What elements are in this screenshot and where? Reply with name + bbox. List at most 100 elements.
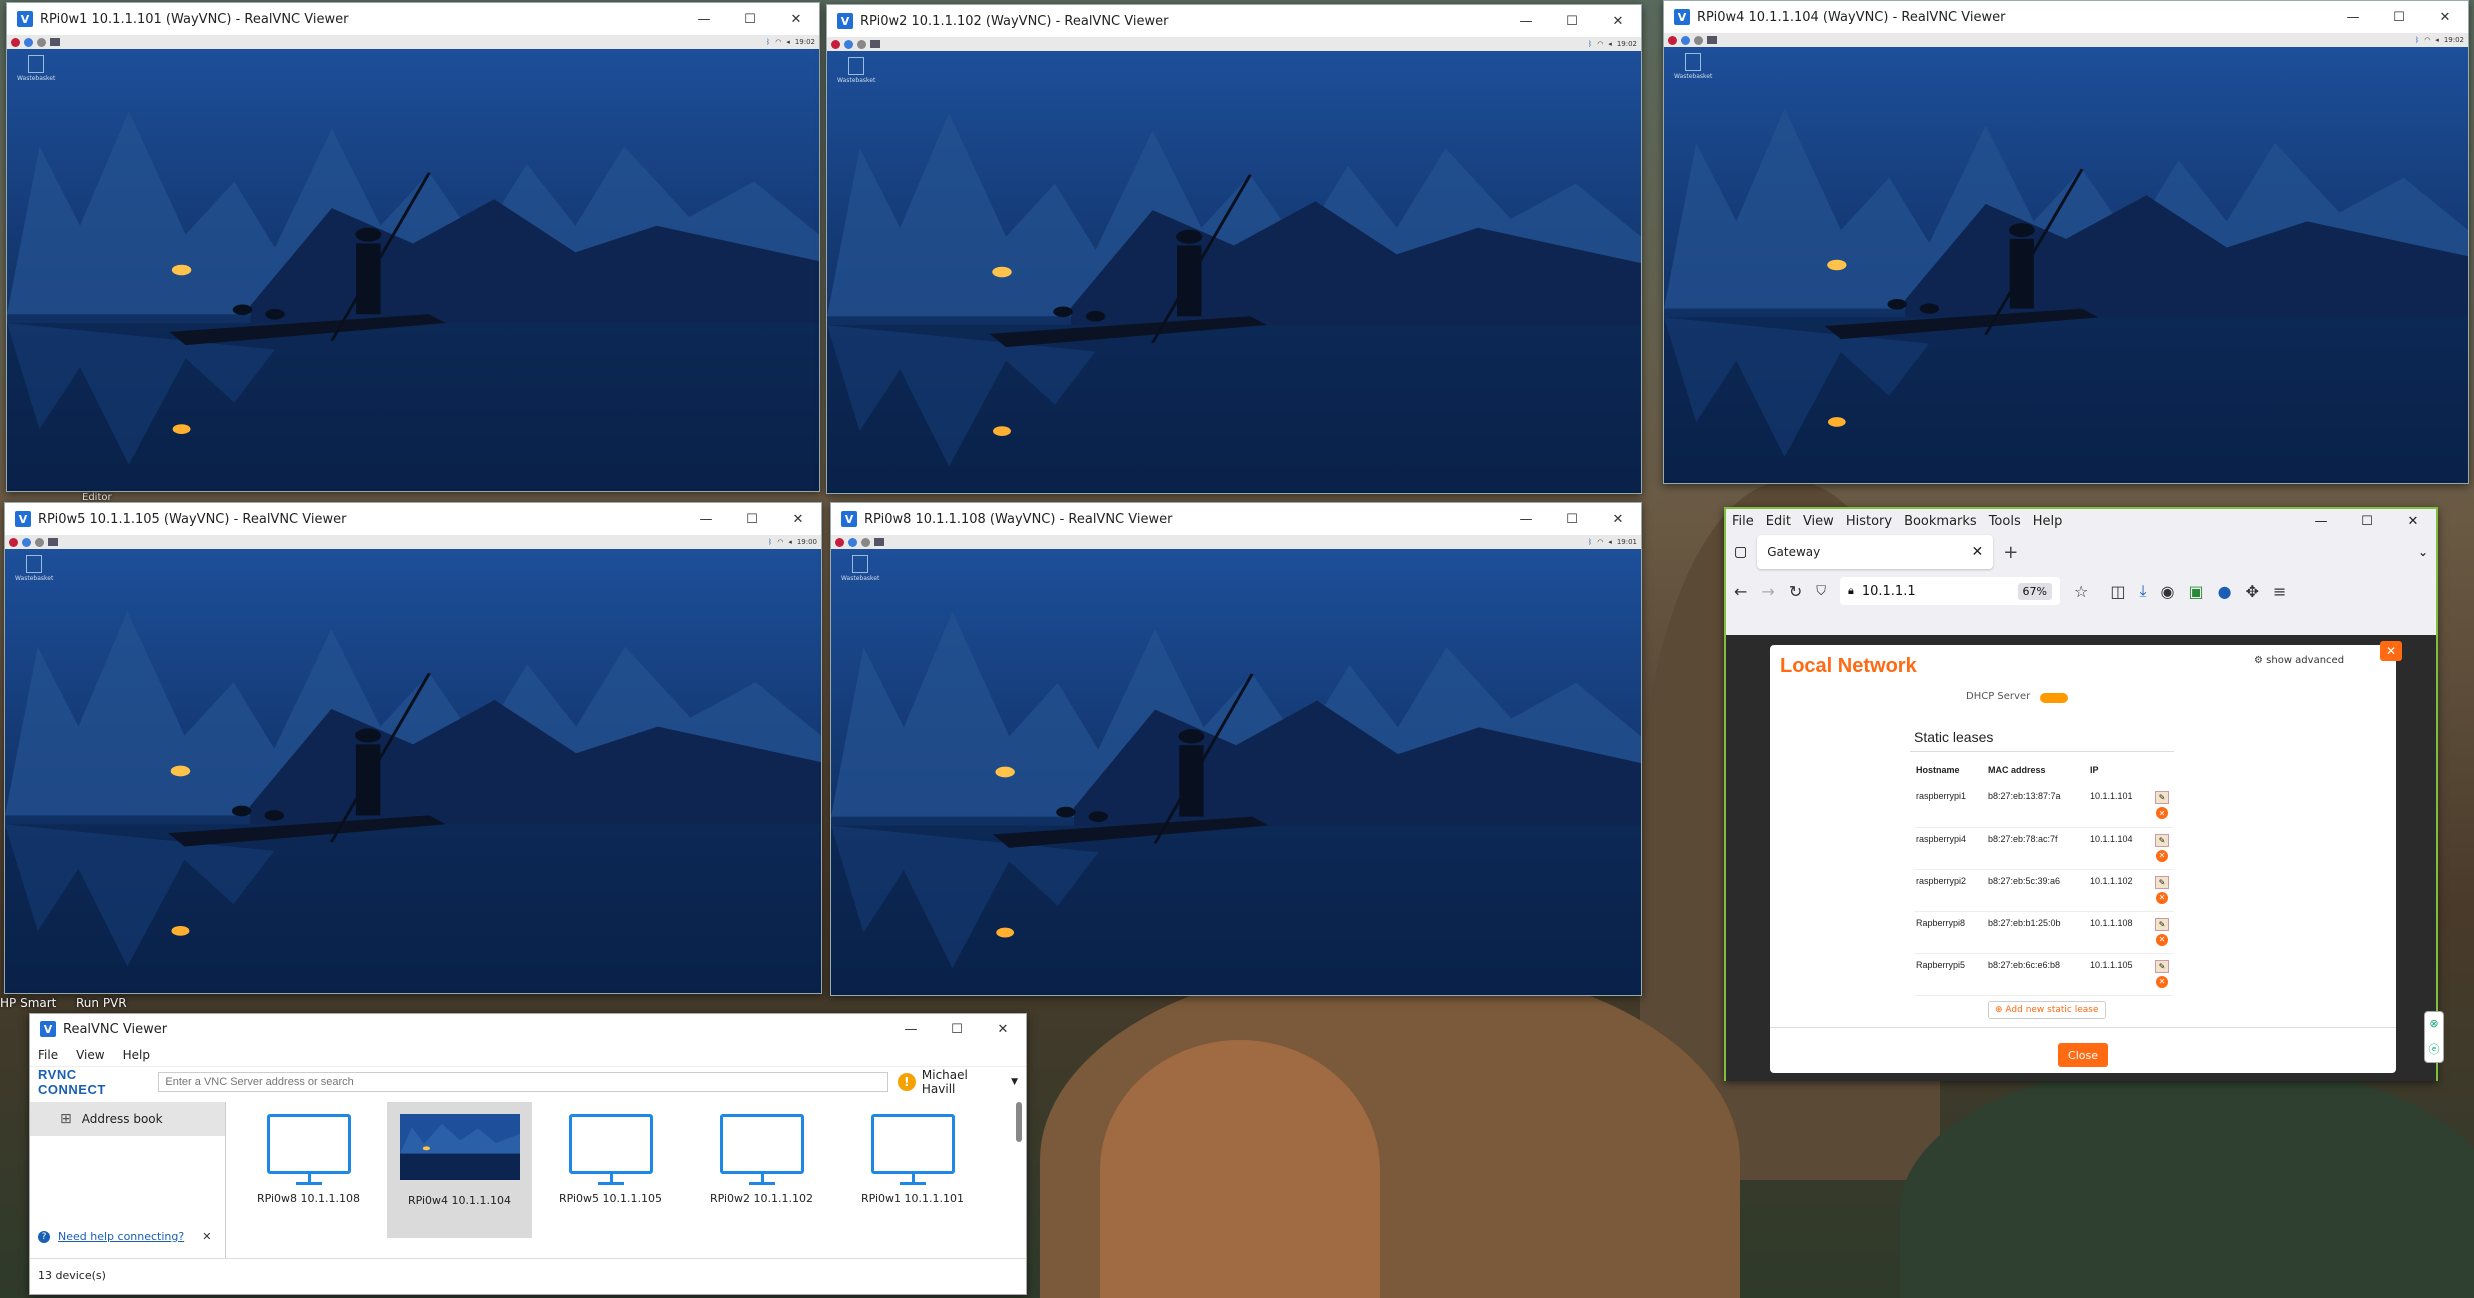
close-dialog-button[interactable]: Close bbox=[2058, 1043, 2108, 1067]
edit-icon[interactable]: ✎ bbox=[2154, 791, 2169, 804]
raspberry-menu-icon[interactable] bbox=[831, 39, 840, 49]
terminal-icon[interactable] bbox=[870, 40, 880, 48]
menu-view[interactable]: View bbox=[76, 1048, 104, 1062]
add-static-lease-button[interactable]: ⊕ Add new static lease bbox=[1988, 1001, 2106, 1019]
close-button[interactable]: ✕ bbox=[2390, 514, 2436, 529]
terminal-icon[interactable] bbox=[874, 538, 884, 546]
minimize-button[interactable]: — bbox=[2330, 1, 2376, 33]
volume-icon[interactable]: ◂ bbox=[1608, 40, 1612, 48]
server-search-input[interactable] bbox=[158, 1071, 888, 1092]
files-icon[interactable] bbox=[861, 537, 870, 547]
dismiss-icon[interactable]: ✕ bbox=[202, 1230, 211, 1243]
close-tab-icon[interactable]: ✕ bbox=[1972, 544, 1984, 560]
maximize-button[interactable]: ☐ bbox=[727, 3, 773, 35]
browser-icon[interactable] bbox=[22, 537, 31, 547]
maximize-button[interactable]: ☐ bbox=[934, 1014, 980, 1044]
need-help-link[interactable]: Need help connecting? bbox=[58, 1230, 184, 1243]
close-button[interactable]: ✕ bbox=[2422, 1, 2468, 33]
maximize-button[interactable]: ☐ bbox=[729, 503, 775, 535]
delete-icon[interactable]: ✕ bbox=[2155, 975, 2168, 988]
realvnc-viewer-window[interactable]: V RealVNC Viewer — ☐ ✕ File View Help RV… bbox=[29, 1013, 1027, 1295]
edit-icon[interactable]: ✎ bbox=[2154, 875, 2169, 889]
bluetooth-icon[interactable]: ᛒ bbox=[1588, 40, 1592, 48]
close-button[interactable]: ✕ bbox=[775, 503, 821, 535]
volume-icon[interactable]: ◂ bbox=[788, 538, 792, 546]
vnc-window-rpi0w8[interactable]: V RPi0w8 10.1.1.108 (WayVNC) - RealVNC V… bbox=[830, 502, 1642, 996]
wifi-icon[interactable]: ◠ bbox=[2424, 36, 2430, 44]
tab-list-icon[interactable]: ▢ bbox=[1734, 544, 1747, 560]
scrollbar[interactable] bbox=[1016, 1102, 1022, 1142]
edit-icon[interactable]: ✎ bbox=[2154, 833, 2169, 847]
close-button[interactable]: ✕ bbox=[980, 1014, 1026, 1044]
close-button[interactable]: ✕ bbox=[773, 3, 819, 35]
bluetooth-icon[interactable]: ᛒ bbox=[768, 538, 772, 546]
menu-history[interactable]: History bbox=[1846, 514, 1892, 529]
maximize-button[interactable]: ☐ bbox=[1549, 503, 1595, 535]
maximize-button[interactable]: ☐ bbox=[2376, 1, 2422, 33]
tab-gateway[interactable]: Gateway ✕ bbox=[1757, 535, 1994, 569]
files-icon[interactable] bbox=[1694, 35, 1703, 45]
wastebasket-icon[interactable]: Wastebasket bbox=[17, 55, 55, 82]
remote-desktop[interactable]: Wastebasket bbox=[1664, 47, 2468, 483]
desktop-icon-hp-smart[interactable]: HP Smart bbox=[0, 996, 56, 1010]
edge-e-icon[interactable]: ⓔ bbox=[2429, 1041, 2440, 1057]
minimize-button[interactable]: — bbox=[1503, 5, 1549, 37]
dhcp-toggle[interactable] bbox=[2040, 693, 2068, 703]
show-advanced-link[interactable]: ⚙ show advanced bbox=[2254, 655, 2344, 666]
wastebasket-icon[interactable]: Wastebasket bbox=[1674, 53, 1712, 80]
url-bar[interactable]: 🔒︎ 10.1.1.1 67% bbox=[1839, 577, 2060, 605]
account-icon[interactable]: ◉ bbox=[2161, 582, 2175, 601]
close-circle-icon[interactable]: ⊗ bbox=[2429, 1017, 2438, 1030]
device-tile[interactable]: RPi0w8 10.1.1.108 bbox=[236, 1102, 381, 1238]
menu-view[interactable]: View bbox=[1803, 514, 1834, 529]
raspberry-menu-icon[interactable] bbox=[835, 537, 844, 547]
remote-desktop[interactable]: Wastebasket bbox=[5, 549, 821, 993]
minimize-button[interactable]: — bbox=[888, 1014, 934, 1044]
delete-icon[interactable]: ✕ bbox=[2155, 891, 2168, 904]
device-tile[interactable]: RPi0w1 10.1.1.101 bbox=[840, 1102, 985, 1238]
maximize-button[interactable]: ☐ bbox=[2344, 514, 2390, 529]
volume-icon[interactable]: ◂ bbox=[1608, 538, 1612, 546]
bluetooth-icon[interactable]: ᛒ bbox=[2415, 36, 2419, 44]
vnc-window-rpi0w1[interactable]: V RPi0w1 10.1.1.101 (WayVNC) - RealVNC V… bbox=[6, 2, 820, 492]
reload-icon[interactable]: ↻ bbox=[1789, 582, 1802, 601]
menu-bookmarks[interactable]: Bookmarks bbox=[1904, 514, 1977, 529]
menu-help[interactable]: Help bbox=[123, 1048, 150, 1062]
close-button[interactable]: ✕ bbox=[1595, 503, 1641, 535]
close-button[interactable]: ✕ bbox=[1595, 5, 1641, 37]
browser-icon[interactable] bbox=[1681, 35, 1690, 45]
raspberry-menu-icon[interactable] bbox=[9, 537, 18, 547]
files-icon[interactable] bbox=[37, 37, 46, 47]
browser-icon[interactable] bbox=[844, 39, 853, 49]
device-tile[interactable]: RPi0w4 10.1.1.104 bbox=[387, 1102, 532, 1238]
volume-icon[interactable]: ◂ bbox=[786, 38, 790, 46]
side-widget[interactable]: ⊗ ⓔ bbox=[2424, 1011, 2444, 1063]
files-icon[interactable] bbox=[35, 537, 44, 547]
extensions-icon[interactable]: ✥ bbox=[2246, 582, 2259, 601]
wastebasket-icon[interactable]: Wastebasket bbox=[15, 555, 53, 582]
menu-file[interactable]: File bbox=[1732, 514, 1754, 529]
vnc-window-rpi0w2[interactable]: V RPi0w2 10.1.1.102 (WayVNC) - RealVNC V… bbox=[826, 4, 1642, 494]
back-icon[interactable]: ← bbox=[1734, 582, 1747, 601]
minimize-button[interactable]: — bbox=[681, 3, 727, 35]
bookmark-star-icon[interactable]: ☆ bbox=[2074, 582, 2088, 601]
bluetooth-icon[interactable]: ᛒ bbox=[1588, 538, 1592, 546]
new-tab-icon[interactable]: + bbox=[2003, 542, 2018, 563]
wifi-icon[interactable]: ◠ bbox=[777, 538, 783, 546]
list-all-tabs-icon[interactable]: ⌄ bbox=[2418, 545, 2428, 559]
files-icon[interactable] bbox=[857, 39, 866, 49]
downloads-icon[interactable]: ⤓ bbox=[2139, 581, 2146, 601]
firefox-window[interactable]: File Edit View History Bookmarks Tools H… bbox=[1724, 507, 2444, 1081]
raspberry-menu-icon[interactable] bbox=[1668, 35, 1677, 45]
desktop-icon-run-pvr[interactable]: Run PVR bbox=[76, 996, 127, 1010]
extension-green-icon[interactable]: ▣ bbox=[2189, 582, 2204, 601]
minimize-button[interactable]: — bbox=[2298, 514, 2344, 529]
menu-edit[interactable]: Edit bbox=[1766, 514, 1791, 529]
menu-help[interactable]: Help bbox=[2033, 514, 2063, 529]
remote-desktop[interactable]: Wastebasket bbox=[827, 51, 1641, 493]
wifi-icon[interactable]: ◠ bbox=[1597, 40, 1603, 48]
shield-icon[interactable]: ⛉ bbox=[1816, 584, 1826, 599]
minimize-button[interactable]: — bbox=[1503, 503, 1549, 535]
edit-icon[interactable]: ✎ bbox=[2154, 917, 2169, 931]
maximize-button[interactable]: ☐ bbox=[1549, 5, 1595, 37]
